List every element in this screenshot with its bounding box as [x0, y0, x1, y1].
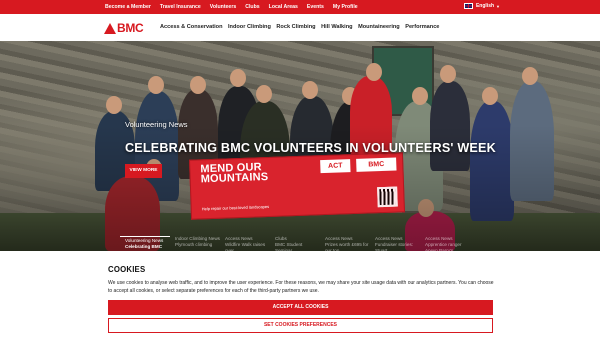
chevron-down-icon: ▼	[496, 3, 500, 9]
bmc-logo[interactable]: BMC	[104, 21, 144, 35]
slide-category: Indoor Climbing News	[175, 236, 220, 241]
slide-title: Prizes worth £695 for our top	[325, 242, 369, 251]
slide-title: Celebrating BMC	[125, 244, 163, 250]
nav-item-hill-walking[interactable]: Hill Walking	[321, 24, 353, 30]
link-volunteers[interactable]: Volunteers	[210, 4, 236, 10]
slide-tab[interactable]: Access News Prizes worth £695 for our to…	[320, 236, 370, 251]
banner-act-badge: ACT	[320, 159, 351, 174]
slide-title: BMC Student Seminar	[275, 242, 303, 251]
slide-title: Wildfire Walk raises over	[225, 242, 266, 251]
hero-headline[interactable]: CELEBRATING BMC VOLUNTEERS IN VOLUNTEERS…	[125, 141, 496, 155]
banner-bmc-badge: BMC	[356, 157, 397, 172]
slide-tab[interactable]: Volunteering News Celebrating BMC	[120, 236, 170, 251]
link-become-member[interactable]: Become a Member	[105, 4, 151, 10]
banner-title: MEND OUR MOUNTAINS	[200, 161, 269, 186]
slide-tab[interactable]: Access News Wildfire Walk raises over	[220, 236, 270, 251]
nav-item-access-conservation[interactable]: Access & Conservation	[160, 24, 223, 30]
mend-our-mountains-banner: MEND OUR MOUNTAINS Help repair our best-…	[189, 152, 405, 220]
slide-category: Access News	[425, 236, 453, 241]
mountain-logo-icon	[104, 22, 116, 34]
nav-item-mountaineering[interactable]: Mountaineering	[358, 24, 400, 30]
slide-category: Access News	[325, 236, 353, 241]
slide-category: Clubs	[275, 236, 287, 241]
slide-title: Apprentice ranger Arwyn Parry's	[425, 242, 462, 251]
slide-tab[interactable]: Access News Apprentice ranger Arwyn Parr…	[420, 236, 470, 251]
qr-code-icon	[377, 186, 398, 208]
slide-category: Volunteering News	[125, 238, 164, 243]
nav-item-rock-climbing[interactable]: Rock Climbing	[276, 24, 315, 30]
hero-carousel: MEND OUR MOUNTAINS Help repair our best-…	[0, 41, 600, 251]
language-selector[interactable]: English ▼	[463, 3, 500, 9]
nav-menu: Access & Conservation Indoor Climbing Ro…	[160, 24, 445, 30]
link-travel-insurance[interactable]: Travel Insurance	[160, 4, 201, 10]
cookie-body: We use cookies to analyse web traffic, a…	[108, 280, 494, 294]
slide-category: Access News	[225, 236, 253, 241]
cookie-title: COOKIES	[108, 265, 146, 274]
slide-tab[interactable]: Access News Fundraiser stories: Stuart	[370, 236, 420, 251]
set-cookie-preferences-button[interactable]: SET COOKIES PREFERENCES	[108, 318, 493, 333]
slide-title: Fundraiser stories: Stuart	[375, 242, 414, 251]
carousel-slides: Volunteering News Celebrating BMC Indoor…	[120, 236, 480, 251]
link-my-profile[interactable]: My Profile	[333, 4, 358, 10]
logo-text: BMC	[117, 21, 144, 35]
slide-tab[interactable]: Clubs BMC Student Seminar	[270, 236, 320, 251]
slide-title: Plymouth climbing	[175, 242, 213, 248]
utility-bar: Become a Member Travel Insurance Volunte…	[0, 0, 600, 14]
link-local-areas[interactable]: Local Areas	[269, 4, 298, 10]
nav-item-performance[interactable]: Performance	[405, 24, 439, 30]
link-events[interactable]: Events	[307, 4, 324, 10]
main-nav: BMC Access & Conservation Indoor Climbin…	[0, 14, 600, 41]
slide-tab[interactable]: Indoor Climbing News Plymouth climbing	[170, 236, 220, 251]
slide-category: Access News	[375, 236, 403, 241]
hero-kicker: Volunteering News	[125, 120, 188, 129]
accept-all-cookies-button[interactable]: ACCEPT ALL COOKIES	[108, 300, 493, 315]
link-clubs[interactable]: Clubs	[245, 4, 259, 10]
uk-flag-icon	[463, 3, 473, 9]
nav-item-indoor-climbing[interactable]: Indoor Climbing	[228, 24, 271, 30]
language-label: English	[475, 3, 495, 9]
banner-subtitle: Help repair our best-loved landscapes	[201, 203, 270, 212]
view-more-button[interactable]: VIEW MORE	[125, 164, 162, 178]
